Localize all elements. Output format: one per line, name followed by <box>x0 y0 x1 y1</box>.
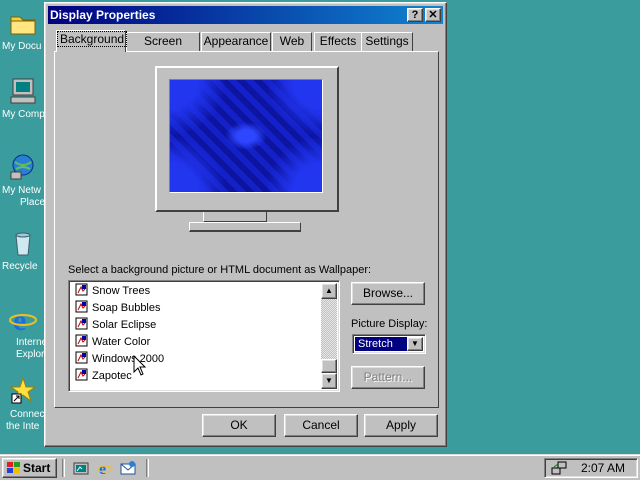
list-item-label: Solar Eclipse <box>92 319 157 331</box>
network-connection-icon[interactable] <box>551 460 567 476</box>
svg-text:e: e <box>99 461 106 476</box>
desktop-icon-label: Connec <box>10 409 45 420</box>
desktop-icon-label: My Netw <box>2 185 41 196</box>
desktop-icon-recycle-bin[interactable]: Recycle <box>0 228 46 273</box>
chevron-down-icon: ▼ <box>411 339 419 348</box>
wallpaper-preview-screen <box>169 79 323 193</box>
connection-wizard-icon <box>8 376 38 406</box>
dropdown-arrow-button[interactable]: ▼ <box>407 337 423 351</box>
picture-display-label: Picture Display: <box>351 318 428 330</box>
list-item-label: Soap Bubbles <box>92 302 161 314</box>
recycle-bin-icon <box>8 228 38 258</box>
list-item-label: Zapotec <box>92 370 132 382</box>
picture-display-value: Stretch <box>355 337 407 351</box>
close-button[interactable]: ✕ <box>425 8 441 22</box>
internet-explorer-icon[interactable]: e <box>97 460 113 478</box>
bitmap-file-icon <box>75 317 88 330</box>
monitor-base <box>189 222 301 232</box>
desktop-icon-label: Interne <box>16 337 48 348</box>
outlook-express-icon[interactable] <box>120 460 136 476</box>
help-button[interactable]: ? <box>407 8 423 22</box>
wallpaper-preview-image <box>170 80 322 192</box>
pattern-button[interactable]: Pattern... <box>351 366 425 389</box>
browse-button[interactable]: Browse... <box>351 282 425 305</box>
start-label: Start <box>23 461 51 475</box>
taskbar: Start e 2:07 AM <box>0 454 640 480</box>
taskbar-separator <box>62 459 65 477</box>
scroll-up-button[interactable]: ▲ <box>321 283 337 299</box>
close-icon: ✕ <box>428 9 438 21</box>
apply-button[interactable]: Apply <box>364 414 438 437</box>
tab-effects[interactable]: Effects <box>314 32 362 51</box>
background-tab-panel: Select a background picture or HTML docu… <box>54 51 439 408</box>
wallpaper-caption: Select a background picture or HTML docu… <box>68 264 372 276</box>
window-title: Display Properties <box>50 8 156 22</box>
list-item-label: Snow Trees <box>92 285 151 297</box>
cancel-button[interactable]: Cancel <box>284 414 358 437</box>
triangle-up-icon: ▲ <box>325 286 333 295</box>
bitmap-file-icon <box>75 368 88 381</box>
scroll-down-button[interactable]: ▼ <box>321 373 337 389</box>
internet-explorer-icon: e <box>8 304 38 337</box>
desktop-icon-label: Recycle <box>2 261 38 272</box>
tab-web[interactable]: Web <box>272 32 312 51</box>
scroll-thumb[interactable] <box>321 359 337 373</box>
monitor-preview <box>155 66 339 212</box>
bitmap-file-icon <box>75 334 88 347</box>
tab-settings[interactable]: Settings <box>361 32 413 51</box>
mouse-cursor-icon <box>133 354 147 377</box>
list-item[interactable]: Soap Bubbles <box>71 300 321 317</box>
triangle-down-icon: ▼ <box>325 376 333 385</box>
tab-screen-saver[interactable]: Screen Saver <box>126 32 200 65</box>
wallpaper-list-items: Snow Trees Soap Bubbles Solar Eclipse Wa… <box>71 283 321 389</box>
wallpaper-list-scrollbar[interactable]: ▲ ▼ <box>321 283 337 389</box>
desktop-icon-internet-explorer[interactable]: e Interne Explor <box>0 304 48 361</box>
list-item-label: Water Color <box>92 336 151 348</box>
taskbar-separator <box>146 459 149 477</box>
list-item[interactable]: Zapotec <box>71 368 321 385</box>
computer-icon <box>8 76 38 106</box>
desktop-icon-my-network-places[interactable]: My Netw Place <box>0 152 46 209</box>
network-icon <box>8 152 38 182</box>
desktop-icon-label: My Docu <box>2 41 42 52</box>
start-button[interactable]: Start <box>2 458 57 478</box>
tab-background[interactable]: Background <box>56 30 128 52</box>
desktop-icon-label: My Comp <box>2 109 45 120</box>
desktop-icon-label: the Inte <box>6 421 40 432</box>
windows-logo-icon <box>7 462 20 474</box>
desktop-icon-my-documents[interactable]: My Docu <box>0 8 46 53</box>
monitor-neck <box>203 212 267 222</box>
picture-display-select[interactable]: Stretch ▼ <box>352 334 426 354</box>
svg-text:e: e <box>13 304 26 334</box>
desktop-icon-label: Explor <box>16 349 45 360</box>
show-desktop-icon[interactable] <box>73 460 89 476</box>
bitmap-file-icon <box>75 300 88 313</box>
system-tray: 2:07 AM <box>544 458 638 478</box>
wallpaper-list[interactable]: Snow Trees Soap Bubbles Solar Eclipse Wa… <box>68 280 340 392</box>
bitmap-file-icon <box>75 351 88 364</box>
list-item[interactable]: Snow Trees <box>71 283 321 300</box>
folder-icon <box>8 8 38 38</box>
desktop-icon-connect-to-internet[interactable]: Connec the Inte <box>0 376 46 433</box>
list-item[interactable]: Windows 2000 <box>71 351 321 368</box>
list-item-label: Windows 2000 <box>92 353 165 365</box>
desktop-icon-my-computer[interactable]: My Comp <box>0 76 46 121</box>
clock[interactable]: 2:07 AM <box>581 461 625 475</box>
list-item[interactable]: Water Color <box>71 334 321 351</box>
list-item[interactable]: Solar Eclipse <box>71 317 321 334</box>
ok-button[interactable]: OK <box>202 414 276 437</box>
desktop-icon-label: Place <box>20 197 46 208</box>
title-bar[interactable]: Display Properties ? ✕ <box>48 6 443 24</box>
tab-appearance[interactable]: Appearance <box>201 32 271 51</box>
bitmap-file-icon <box>75 283 88 296</box>
